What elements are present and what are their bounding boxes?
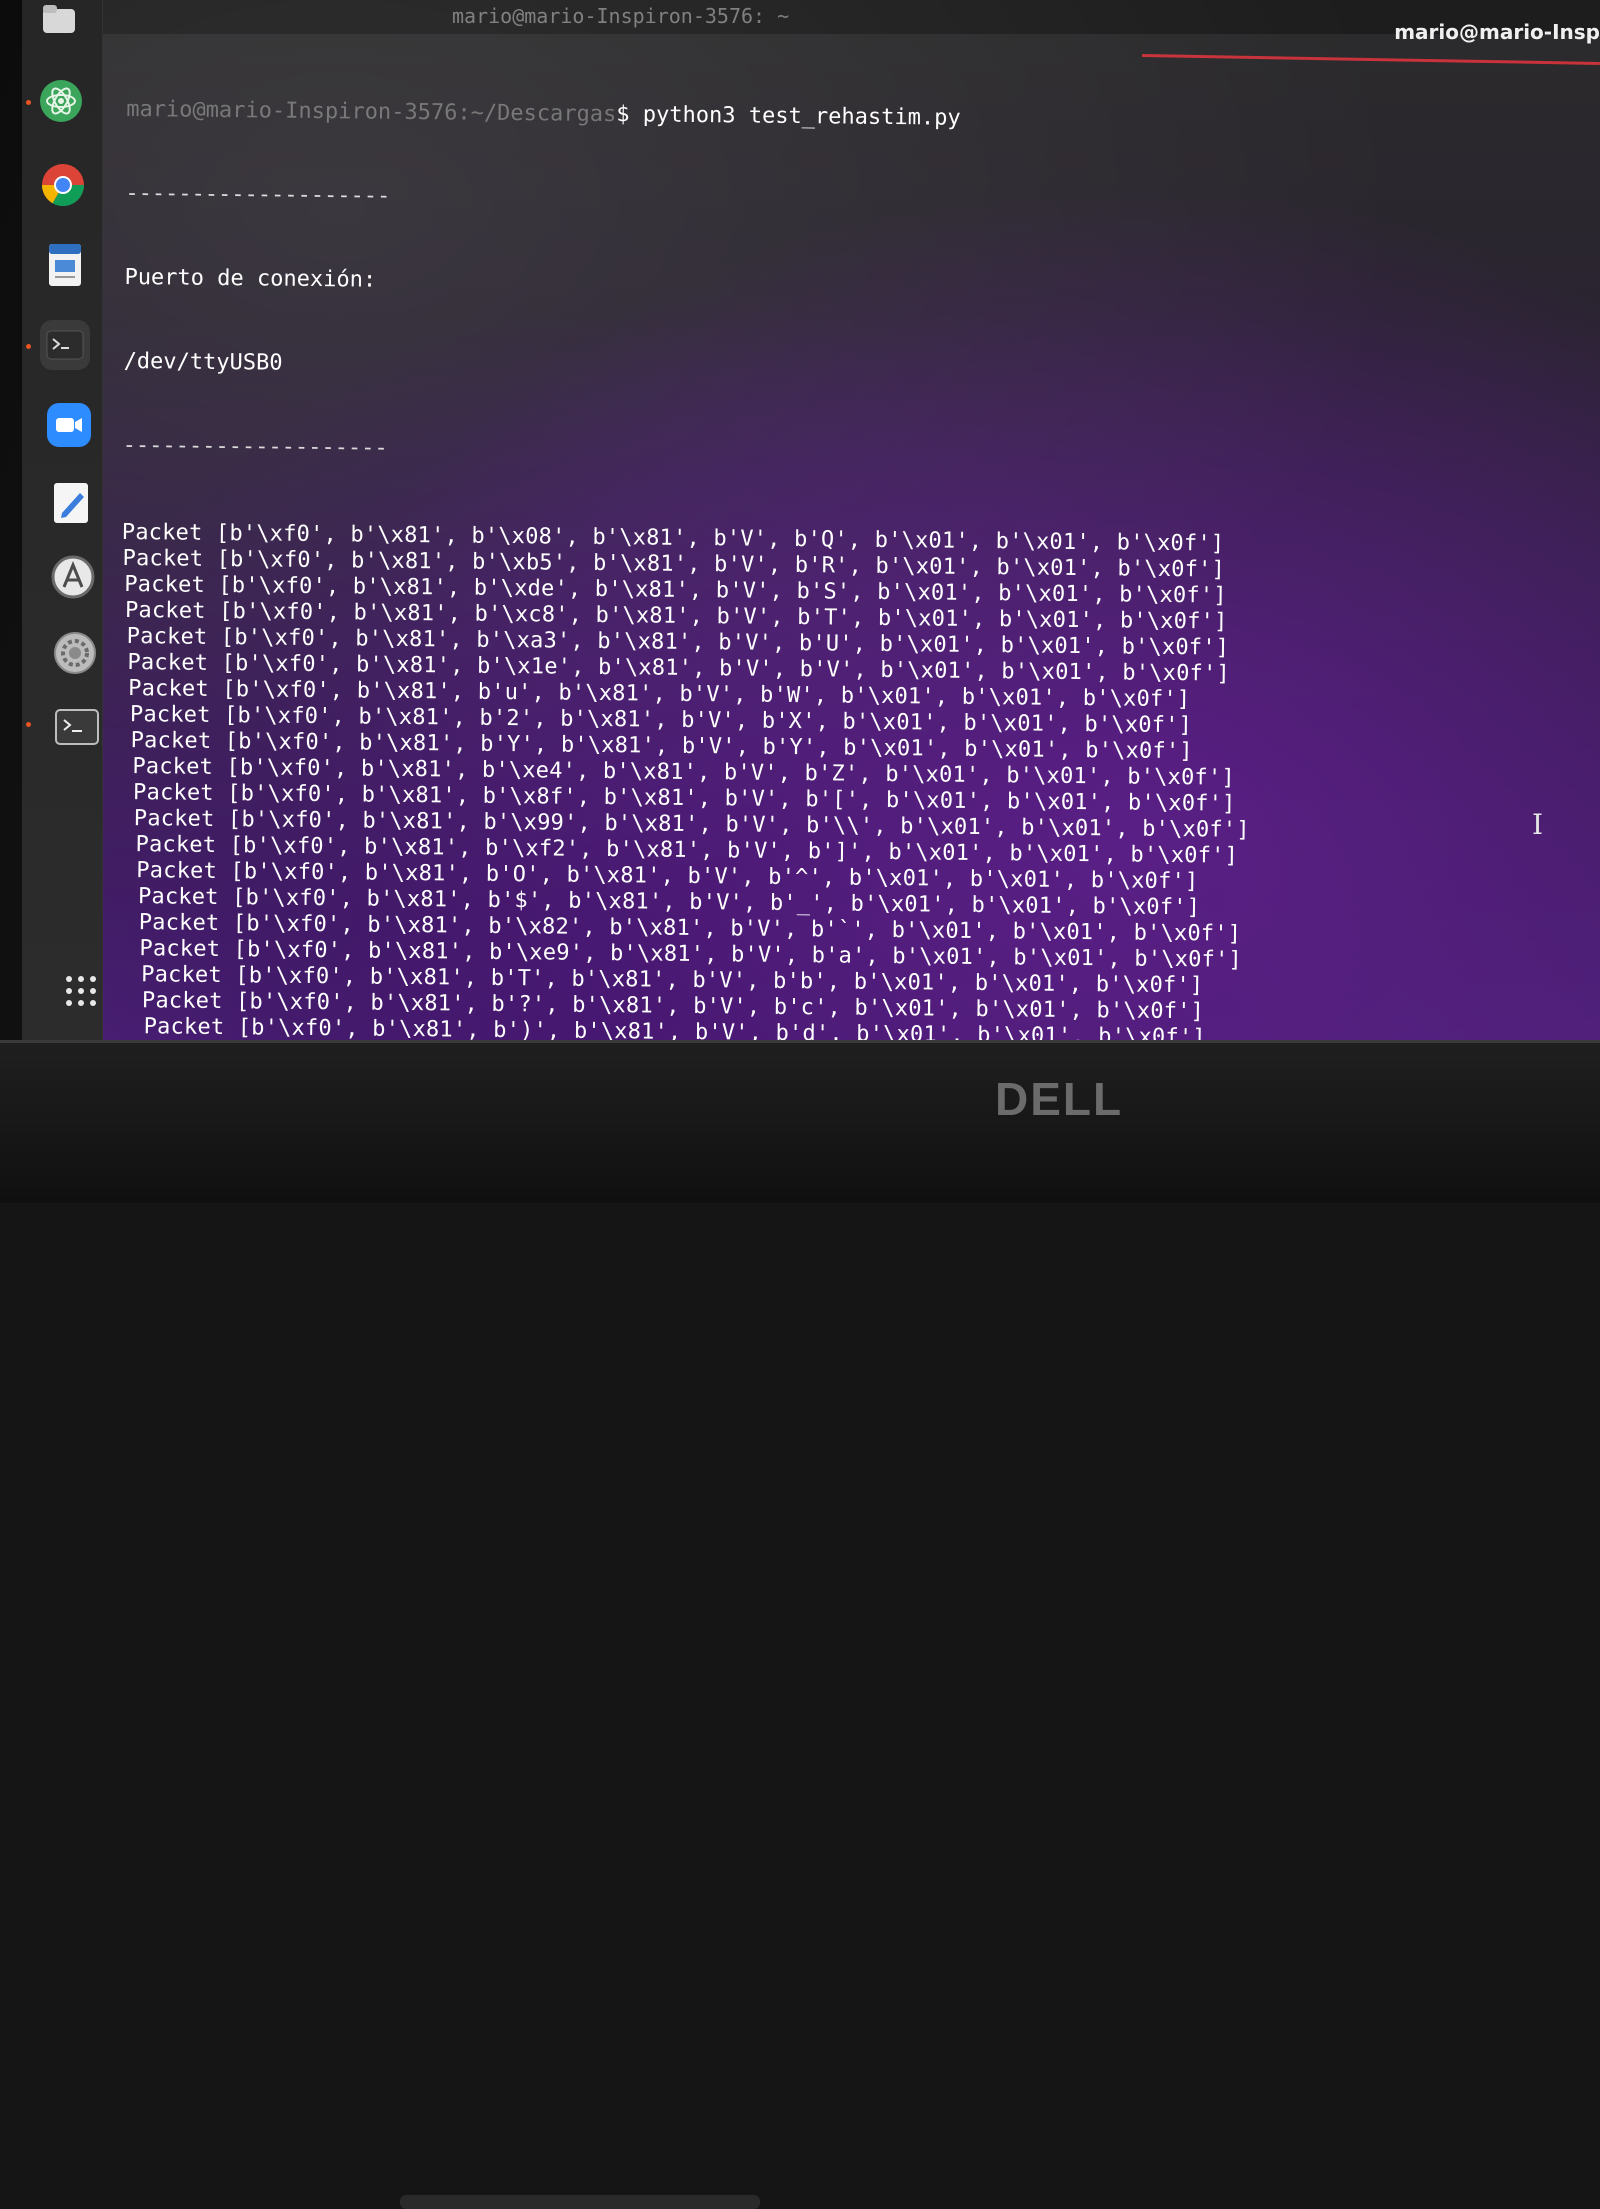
text-editor-icon[interactable] bbox=[46, 478, 96, 528]
zoom-icon[interactable] bbox=[44, 400, 94, 450]
connection-port: /dev/ttyUSB0 bbox=[123, 348, 283, 376]
prompt-command: $ python3 test_rehastim.py bbox=[616, 102, 961, 131]
separator-top: -------------------- bbox=[125, 180, 391, 209]
document-viewer-icon[interactable] bbox=[40, 240, 90, 290]
terminal-small-icon[interactable] bbox=[40, 320, 90, 370]
files-icon[interactable] bbox=[34, 0, 84, 44]
terminal-icon[interactable] bbox=[52, 702, 102, 752]
running-indicator bbox=[26, 344, 31, 349]
software-center-icon[interactable] bbox=[48, 552, 98, 602]
prompt-user: mario@mario-Inspiron-3576 bbox=[126, 96, 458, 126]
screen: mario@mario-Inspiron-3576: ~ mario@mario… bbox=[22, 0, 1600, 1052]
show-apps-icon[interactable] bbox=[56, 966, 106, 1016]
ibeam-cursor-icon: I bbox=[1532, 808, 1544, 841]
atom-icon[interactable] bbox=[36, 76, 86, 126]
separator-bottom: -------------------- bbox=[122, 432, 388, 461]
running-indicator bbox=[26, 100, 31, 105]
prompt-path: :~/Descargas bbox=[457, 100, 617, 128]
hinge bbox=[400, 2195, 760, 2209]
bottom-bezel bbox=[0, 1040, 1600, 2209]
brand-logo: DELL bbox=[995, 1073, 1124, 1125]
terminal-output[interactable]: mario@mario-Inspiron-3576:~/Descargas$ p… bbox=[113, 40, 1271, 1052]
connection-label: Puerto de conexión: bbox=[124, 264, 377, 293]
window-title: mario@mario-Inspiron-3576: ~ bbox=[452, 4, 790, 28]
user-indicator[interactable]: mario@mario-Insp bbox=[1394, 20, 1600, 44]
prompt-line: mario@mario-Inspiron-3576:~/Descargas$ p… bbox=[126, 96, 1271, 136]
top-bar: mario@mario-Inspiron-3576: ~ mario@mario… bbox=[22, 0, 1600, 44]
packet-list: Packet [b'\xf0', b'\x81', b'\x08', b'\x8… bbox=[114, 520, 1267, 1052]
dock bbox=[22, 0, 103, 1052]
chrome-icon[interactable] bbox=[38, 160, 88, 210]
settings-icon[interactable] bbox=[50, 628, 100, 678]
running-indicator bbox=[26, 722, 31, 727]
